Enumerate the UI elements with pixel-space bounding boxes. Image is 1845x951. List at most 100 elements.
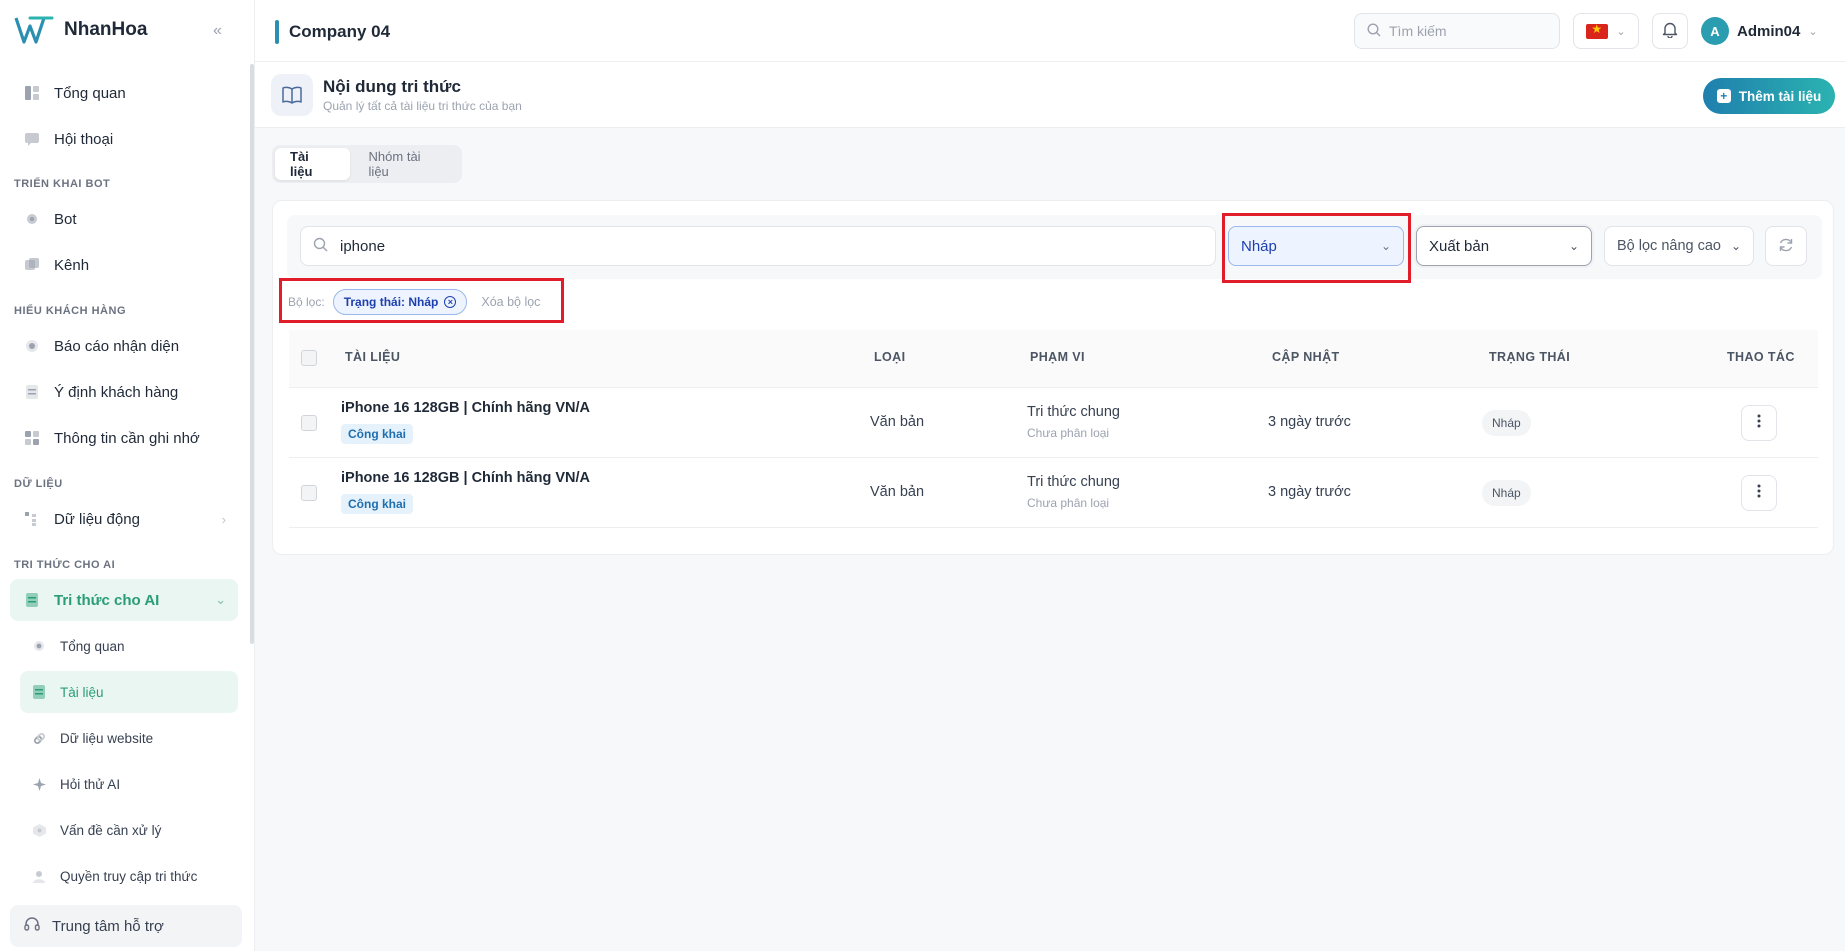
search-value: iphone (340, 237, 386, 255)
column-header-document: TÀI LIỆU (345, 350, 401, 364)
logo-icon (14, 16, 54, 44)
search-placeholder: Tìm kiếm (1389, 23, 1447, 39)
sidebar-item-label: Tri thức cho AI (54, 591, 160, 609)
sidebar-item-label: Thông tin cần ghi nhớ (54, 429, 200, 447)
advanced-filter-select[interactable]: Bộ lọc nâng cao ⌄ (1604, 226, 1754, 266)
vietnam-flag-icon (1586, 22, 1609, 39)
chevron-down-icon: ⌄ (1568, 239, 1579, 253)
sidebar-scrollbar[interactable] (250, 64, 254, 644)
sidebar-item-dynamic-data[interactable]: Dữ liệu động › (10, 498, 238, 540)
company-name: Company 04 (275, 20, 390, 44)
support-center-button[interactable]: Trung tâm hỗ trợ (10, 905, 242, 947)
notifications-button[interactable] (1652, 13, 1688, 49)
sidebar-item-overview[interactable]: Tổng quan (10, 72, 238, 114)
status-badge: Nháp (1482, 480, 1531, 506)
link-icon (32, 731, 46, 745)
section-data: DỮ LIỆU (14, 478, 63, 490)
column-header-scope: PHẠM VI (1030, 350, 1085, 364)
dynamic-data-icon (24, 511, 40, 527)
memory-icon (24, 430, 40, 446)
sidebar-item-recognition-report[interactable]: Báo cáo nhận diện (10, 325, 238, 367)
content-tabs: Tài liệu Nhóm tài liệu (272, 145, 462, 183)
sidebar-item-label: Bot (54, 210, 77, 228)
chevron-down-icon: ⌄ (1616, 25, 1626, 38)
sidebar: NhanHoa « Tổng quan Hội thoại TRIỂN KHAI… (0, 0, 255, 951)
chevron-down-icon: ⌄ (215, 592, 226, 607)
section-customer: HIỂU KHÁCH HÀNG (14, 305, 126, 317)
sidebar-item-conversations[interactable]: Hội thoại (10, 118, 238, 160)
user-menu[interactable]: A Admin04 ⌄ (1701, 13, 1831, 49)
dashboard-icon (24, 85, 40, 101)
sidebar-subitem-ask-ai[interactable]: Hỏi thử AI (20, 763, 238, 805)
document-search-input[interactable]: iphone (300, 226, 1216, 266)
sidebar-subitem-overview[interactable]: Tổng quan (20, 625, 238, 667)
page-heading: Nội dung tri thức Quản lý tất cả tài liệ… (255, 62, 1845, 128)
row-actions-button[interactable] (1741, 475, 1777, 511)
document-title[interactable]: iPhone 16 128GB | Chính hãng VN/A (341, 400, 590, 416)
document-scope: Tri thức chung (1027, 404, 1120, 420)
support-label: Trung tâm hỗ trợ (52, 917, 164, 935)
document-title[interactable]: iPhone 16 128GB | Chính hãng VN/A (341, 470, 590, 486)
search-icon (313, 237, 328, 256)
sidebar-subitem-label: Tài liệu (60, 684, 104, 700)
headset-icon (24, 916, 40, 936)
page-title: Nội dung tri thức (323, 77, 461, 96)
brand[interactable]: NhanHoa (14, 14, 147, 46)
company-accent-bar (275, 20, 279, 44)
sidebar-subitem-website-data[interactable]: Dữ liệu website (20, 717, 238, 759)
chevron-down-icon: ⌄ (1730, 239, 1741, 253)
sidebar-item-label: Báo cáo nhận diện (54, 337, 180, 355)
publish-select[interactable]: Xuất bản ⌄ (1416, 226, 1592, 266)
sidebar-item-ai-knowledge[interactable]: Tri thức cho AI ⌄ (10, 579, 238, 621)
column-header-status: TRẠNG THÁI (1489, 350, 1571, 364)
brand-name: NhanHoa (64, 19, 148, 40)
sidebar-item-label: Tổng quan (54, 84, 126, 102)
add-document-label: Thêm tài liệu (1738, 88, 1822, 104)
sidebar-item-bot[interactable]: Bot (10, 198, 238, 240)
language-selector[interactable]: ⌄ (1573, 13, 1639, 49)
plus-icon: + (1716, 89, 1731, 103)
document-scope-sub: Chưa phân loại (1027, 426, 1110, 440)
column-header-type: LOẠI (874, 350, 906, 364)
intent-icon (24, 384, 40, 400)
sidebar-subitem-documents[interactable]: Tài liệu (20, 671, 238, 713)
sidebar-subitem-label: Hỏi thử AI (60, 776, 121, 792)
document-updated: 3 ngày trước (1268, 414, 1351, 430)
row-checkbox[interactable] (301, 415, 317, 431)
tab-document-groups[interactable]: Nhóm tài liệu (354, 148, 459, 180)
column-header-actions: THAO TÁC (1727, 350, 1795, 364)
sidebar-subitem-label: Quyền truy cập tri thức (60, 868, 198, 884)
document-type: Văn bản (870, 484, 925, 500)
top-header: Company 04 Tìm kiếm ⌄ A Admin04 ⌄ (255, 0, 1845, 62)
table-row[interactable]: iPhone 16 128GB | Chính hãng VN/A Công k… (289, 388, 1818, 458)
tab-documents[interactable]: Tài liệu (275, 148, 350, 180)
page-subtitle: Quản lý tất cả tài liệu tri thức của bạn (323, 99, 522, 113)
sidebar-item-label: Kênh (54, 256, 90, 274)
collapse-sidebar-icon[interactable]: « (213, 22, 222, 40)
sidebar-item-memory[interactable]: Thông tin cần ghi nhớ (10, 417, 238, 459)
publish-select-value: Xuất bản (1429, 237, 1490, 255)
row-actions-button[interactable] (1741, 405, 1777, 441)
select-all-checkbox[interactable] (301, 350, 317, 366)
visibility-badge: Công khai (341, 424, 414, 444)
highlight-box-filter-chip (279, 278, 564, 323)
sidebar-item-channel[interactable]: Kênh (10, 244, 238, 286)
visibility-badge: Công khai (341, 494, 414, 514)
table-row[interactable]: iPhone 16 128GB | Chính hãng VN/A Công k… (289, 458, 1818, 528)
sidebar-item-customer-intent[interactable]: Ý định khách hàng (10, 371, 238, 413)
user-name: Admin04 (1737, 22, 1801, 40)
global-search-input[interactable]: Tìm kiếm (1354, 13, 1560, 49)
status-badge: Nháp (1482, 410, 1531, 436)
company-label: Company 04 (289, 22, 391, 41)
sidebar-subitem-label: Vấn đề cần xử lý (60, 822, 162, 838)
refresh-button[interactable] (1765, 226, 1807, 266)
chat-icon (24, 131, 40, 147)
document-scope: Tri thức chung (1027, 474, 1120, 490)
document-type: Văn bản (870, 414, 925, 430)
section-ai-knowledge: TRI THỨC CHO AI (14, 559, 116, 571)
sidebar-subitem-access[interactable]: Quyền truy cập tri thức (20, 855, 238, 897)
sidebar-subitem-issues[interactable]: Vấn đề cần xử lý (20, 809, 238, 851)
sparkle-icon (32, 777, 46, 791)
add-document-button[interactable]: + Thêm tài liệu (1703, 78, 1835, 114)
row-checkbox[interactable] (301, 485, 317, 501)
